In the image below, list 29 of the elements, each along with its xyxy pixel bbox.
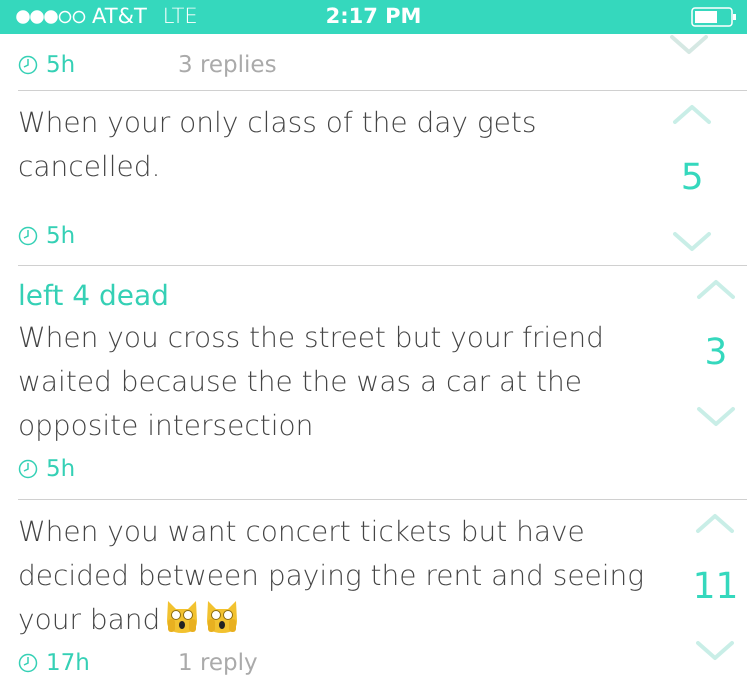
downvote-icon[interactable] bbox=[672, 231, 712, 253]
network-type: LTE bbox=[162, 3, 198, 30]
vote-count: 11 bbox=[692, 566, 738, 606]
post-time: 17h bbox=[46, 648, 90, 678]
post-title: left 4 dead bbox=[18, 278, 170, 314]
carrier-name: AT&T bbox=[92, 3, 147, 30]
clock-icon bbox=[18, 226, 38, 246]
post-time: 5h bbox=[46, 222, 76, 250]
post-text: When you cross the street but your friend waited because the the was a car at the opposite intersection bbox=[18, 320, 605, 444]
clock-icon bbox=[18, 54, 38, 75]
status-time: 2:17 PM bbox=[326, 3, 422, 30]
post-time: 5h bbox=[46, 455, 76, 484]
vote-count: 3 bbox=[704, 333, 728, 373]
downvote-icon[interactable] bbox=[696, 406, 736, 428]
upvote-icon[interactable] bbox=[696, 278, 736, 300]
post-time: 5h bbox=[46, 50, 76, 80]
battery-icon bbox=[691, 7, 737, 27]
downvote-icon[interactable] bbox=[695, 640, 736, 662]
post-text: When you want concert tickets but have decided between paying the rent and seeing your band bbox=[18, 514, 646, 638]
upvote-icon[interactable] bbox=[672, 103, 712, 125]
clock-icon bbox=[18, 459, 38, 480]
downvote-icon[interactable] bbox=[669, 34, 709, 56]
reply-count: 1 reply bbox=[178, 648, 258, 678]
upvote-icon[interactable] bbox=[695, 512, 736, 534]
clock-icon bbox=[18, 652, 38, 673]
reply-count: 3 replies bbox=[178, 50, 277, 80]
post-text: When your only class of the day gets cancelled. bbox=[18, 105, 538, 185]
vote-count: 5 bbox=[680, 158, 704, 198]
signal-icon bbox=[16, 10, 88, 24]
